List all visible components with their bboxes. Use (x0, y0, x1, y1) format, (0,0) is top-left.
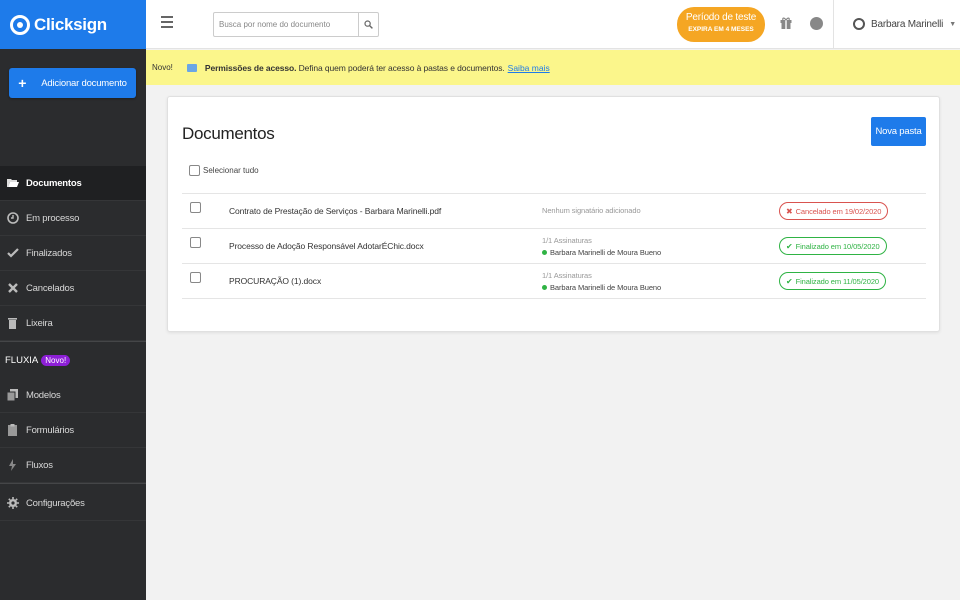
search-icon (364, 20, 373, 29)
document-name[interactable]: PROCURAÇÃO (1).docx (229, 276, 321, 286)
sidebar-item-formularios[interactable]: Formulários (0, 413, 146, 448)
status-dot-icon (542, 250, 547, 255)
signatures-count: 1/1 Assinaturas (542, 236, 592, 245)
row-checkbox[interactable] (190, 237, 201, 248)
menu-icon[interactable] (161, 16, 173, 31)
signer-name: Barbara Marinelli de Moura Bueno (550, 283, 662, 292)
sidebar-item-label: Em processo (26, 212, 80, 224)
signer: Barbara Marinelli de Moura Bueno (542, 283, 661, 292)
signatures-count: 1/1 Assinaturas (542, 271, 592, 280)
divider (0, 483, 146, 484)
sidebar-item-label: Finalizados (26, 247, 72, 259)
notice-text: Permissões de acesso. Defina quem poderá… (205, 63, 505, 73)
notice-bold: Permissões de acesso. (204, 62, 297, 73)
check-icon: ✔ (786, 241, 793, 251)
trash-icon (6, 317, 19, 330)
learn-more-link[interactable]: Saiba mais (508, 63, 550, 73)
document-name[interactable]: Processo de Adoção Responsável AdotarÉCh… (229, 241, 424, 251)
new-folder-button[interactable]: Nova pasta (871, 117, 926, 146)
signer: Barbara Marinelli de Moura Bueno (542, 248, 661, 257)
sidebar-item-label: Configurações (26, 497, 85, 509)
notice-bar: Novo! Permissões de acesso. Defina quem … (146, 50, 960, 85)
sidebar-item-cancelados[interactable]: Cancelados (0, 271, 146, 306)
sidebar-item-fluxos[interactable]: Fluxos (0, 448, 146, 483)
documents-table: Contrato de Prestação de Serviços - Barb… (182, 193, 926, 299)
select-all[interactable]: Selecionar tudo (189, 165, 259, 176)
sidebar-item-em-processo[interactable]: Em processo (0, 201, 146, 236)
folder-icon (186, 63, 197, 72)
status-text: Finalizado em 10/05/2020 (795, 241, 880, 251)
clock-icon (6, 212, 19, 225)
status-text: Finalizado em 11/05/2020 (795, 276, 879, 286)
copy-icon (6, 389, 19, 402)
sidebar-item-modelos[interactable]: Modelos (0, 378, 146, 413)
page-title: Documentos (182, 124, 275, 143)
documents-card: Documentos Nova pasta Selecionar tudo Co… (167, 96, 940, 332)
brand-name: Clicksign (34, 14, 107, 34)
row-checkbox[interactable] (190, 272, 201, 283)
sidebar-item-label: Modelos (26, 389, 61, 401)
status-badge: ✔ Finalizado em 11/05/2020 (779, 272, 886, 290)
avatar-icon (853, 18, 865, 30)
divider (833, 0, 834, 49)
gear-icon (6, 497, 19, 510)
trial-button[interactable]: Período de teste EXPIRA EM 4 MESES (677, 7, 765, 42)
fluxia-section-label: FLUXIA Novo! (0, 342, 146, 378)
bolt-icon (6, 459, 19, 472)
clipboard-icon (6, 424, 19, 437)
sidebar-item-label: Cancelados (26, 282, 75, 294)
sidebar-item-label: Lixeira (26, 317, 53, 329)
notice-badge: Novo! (152, 63, 173, 72)
sidebar-item-label: Documentos (26, 177, 82, 189)
clicksign-logo-icon (10, 14, 30, 35)
status-dot-icon (542, 285, 547, 290)
check-icon (6, 247, 19, 260)
chat-icon[interactable] (810, 17, 823, 30)
check-icon: ✔ (786, 276, 793, 286)
signers-empty: Nenhum signatário adicionado (542, 206, 641, 215)
x-icon (6, 282, 19, 295)
sidebar-item-finalizados[interactable]: Finalizados (0, 236, 146, 271)
sidebar-item-configuracoes[interactable]: Configurações (0, 486, 146, 521)
search-box (213, 12, 379, 37)
table-row[interactable]: Processo de Adoção Responsável AdotarÉCh… (182, 229, 926, 264)
search-input[interactable] (214, 13, 358, 36)
sidebar-item-label: Fluxos (26, 459, 53, 471)
sidebar-item-documentos[interactable]: Documentos (0, 166, 146, 201)
sidebar-item-label: Formulários (26, 424, 74, 436)
status-text: Cancelado em 19/02/2020 (795, 206, 882, 216)
plus-icon: + (18, 75, 27, 91)
table-row[interactable]: Contrato de Prestação de Serviços - Barb… (182, 194, 926, 229)
folder-open-icon (6, 177, 19, 190)
signer-name: Barbara Marinelli de Moura Bueno (550, 248, 662, 257)
user-menu[interactable]: Barbara Marinelli ▼ (853, 18, 956, 30)
status-badge: ✖ Cancelado em 19/02/2020 (779, 202, 889, 220)
trial-title: Período de teste (685, 12, 757, 23)
document-name[interactable]: Contrato de Prestação de Serviços - Barb… (229, 206, 441, 216)
brand[interactable]: Clicksign (0, 0, 146, 49)
select-all-label: Selecionar tudo (203, 166, 259, 175)
search-button[interactable] (358, 13, 378, 36)
new-badge: Novo! (41, 354, 71, 366)
status-badge: ✔ Finalizado em 10/05/2020 (779, 237, 887, 255)
row-checkbox[interactable] (190, 202, 201, 213)
select-all-checkbox[interactable] (189, 165, 200, 176)
sidebar: Clicksign + Adicionar documento Document… (0, 0, 146, 600)
user-name: Barbara Marinelli (871, 18, 944, 30)
caret-down-icon: ▼ (949, 20, 956, 28)
add-document-label: Adicionar documento (41, 77, 127, 89)
fluxia-label: FLUXIA (5, 354, 39, 366)
x-icon: ✖ (786, 206, 793, 216)
table-row[interactable]: PROCURAÇÃO (1).docx 1/1 Assinaturas Barb… (182, 264, 926, 299)
sidebar-item-lixeira[interactable]: Lixeira (0, 306, 146, 341)
add-document-button[interactable]: + Adicionar documento (9, 68, 136, 98)
trial-subtitle: EXPIRA EM 4 MESES (688, 26, 754, 33)
notice-body: Defina quem poderá ter acesso à pastas e… (298, 62, 505, 73)
top-bar: Período de teste EXPIRA EM 4 MESES Barba… (146, 0, 960, 49)
gift-icon[interactable] (780, 17, 792, 29)
